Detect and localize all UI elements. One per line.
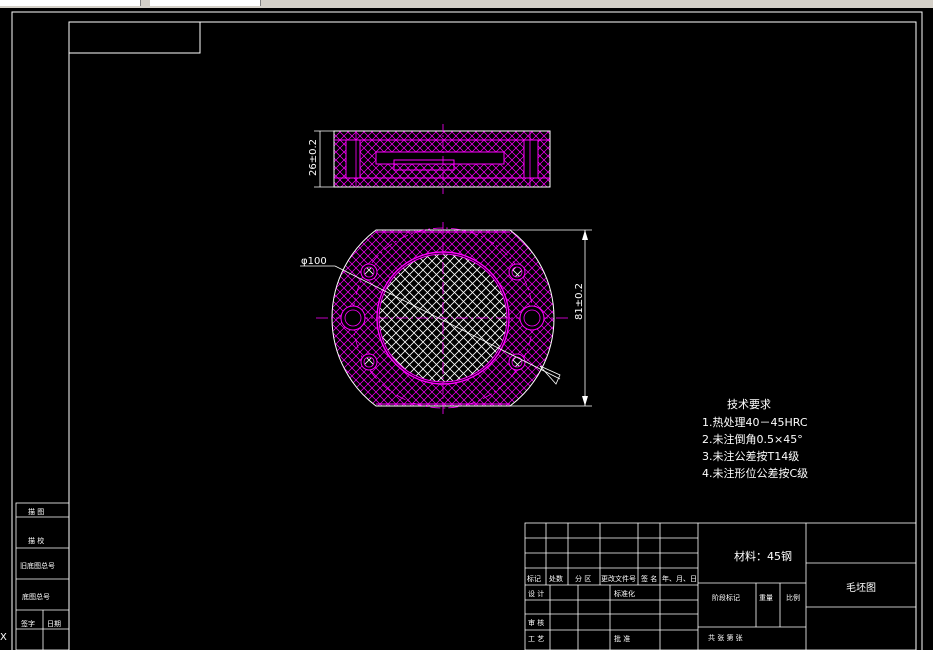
left-block-label: 签字 bbox=[21, 619, 35, 628]
revision-header: 更改文件号 bbox=[601, 574, 636, 583]
cad-drawing-canvas[interactable]: 26±0.2 φ100 81±0.2 技术要求 1.热处理40－45HRC 2.… bbox=[0, 8, 933, 650]
diameter-label: φ100 bbox=[301, 256, 327, 267]
ucs-icon: X bbox=[0, 632, 7, 643]
locating-hole bbox=[519, 305, 545, 331]
title-segment bbox=[150, 0, 261, 6]
thickness-dimension: 26±0.2 bbox=[308, 130, 334, 188]
review-label: 审 核 bbox=[528, 618, 544, 627]
left-block-label: 日期 bbox=[47, 620, 61, 628]
requirement-item: 4.未注形位公差按C级 bbox=[702, 466, 808, 480]
material-label: 材料：45钢 bbox=[734, 549, 792, 563]
stage-mark-label: 阶段标记 bbox=[712, 593, 740, 602]
thickness-label: 26±0.2 bbox=[308, 139, 319, 176]
left-block-label: 描 图 bbox=[28, 507, 44, 516]
bolt-hole bbox=[508, 263, 526, 281]
left-block-label: 旧底图总号 bbox=[20, 561, 55, 570]
approve-label: 批 准 bbox=[614, 634, 630, 643]
locating-hole bbox=[340, 305, 366, 331]
bolt-hole bbox=[360, 263, 378, 281]
width-label: 81±0.2 bbox=[574, 283, 585, 320]
corner-code-box bbox=[68, 21, 201, 54]
standardization-label: 标准化 bbox=[614, 589, 635, 598]
requirement-item: 2.未注倒角0.5×45° bbox=[702, 432, 803, 446]
revision-header: 签 名 bbox=[641, 574, 657, 583]
side-view-section bbox=[333, 124, 551, 194]
left-block-label: 描 校 bbox=[28, 536, 44, 545]
design-label: 设 计 bbox=[528, 589, 544, 598]
title-segment bbox=[0, 0, 141, 6]
technical-requirements: 技术要求 1.热处理40－45HRC 2.未注倒角0.5×45° 3.未注公差按… bbox=[702, 398, 808, 480]
bolt-hole bbox=[360, 353, 378, 371]
weight-label: 重量 bbox=[759, 594, 773, 602]
scale-label: 比例 bbox=[786, 593, 800, 602]
plan-view bbox=[316, 222, 570, 414]
requirement-item: 3.未注公差按T14级 bbox=[702, 449, 799, 463]
window-title-strip bbox=[0, 0, 933, 8]
process-label: 工 艺 bbox=[528, 635, 544, 643]
revision-header: 年、月、日 bbox=[662, 574, 697, 583]
sheets-label: 共 张 第 张 bbox=[708, 633, 743, 642]
revision-header: 标记 bbox=[527, 574, 541, 583]
left-block-label: 底图总号 bbox=[22, 592, 50, 601]
requirement-item: 1.热处理40－45HRC bbox=[702, 416, 808, 429]
drawing-name-label: 毛坯图 bbox=[846, 582, 876, 594]
revision-header: 分 区 bbox=[575, 574, 591, 583]
revision-header: 处数 bbox=[549, 574, 563, 583]
bolt-hole bbox=[508, 353, 526, 371]
requirements-title: 技术要求 bbox=[727, 398, 771, 411]
